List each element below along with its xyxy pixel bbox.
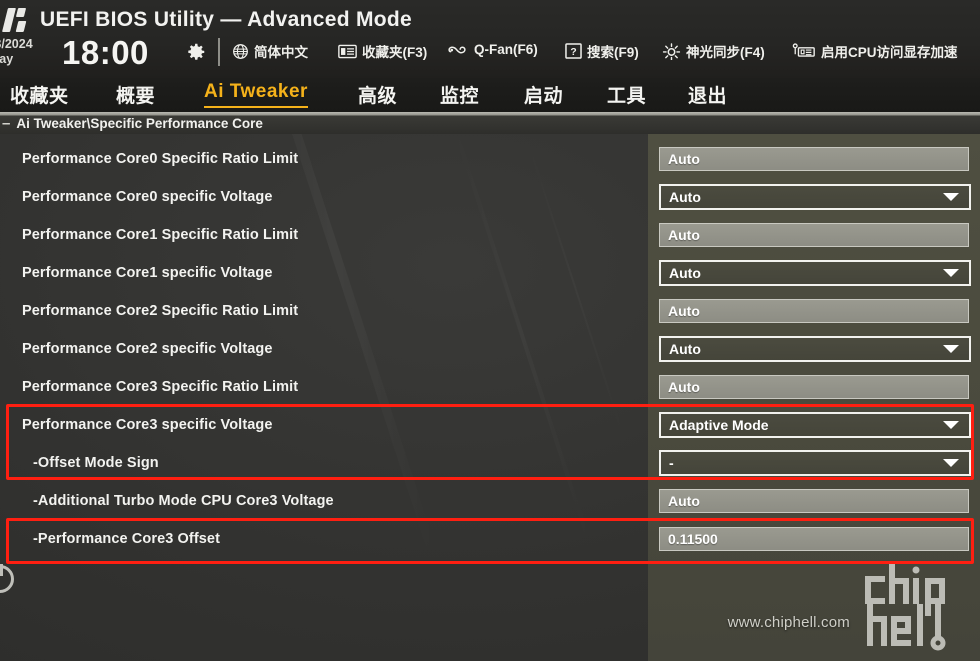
setting-label: Performance Core1 Specific Ratio Limit (22, 227, 299, 243)
language-label: 简体中文 (254, 45, 308, 60)
setting-value-input[interactable]: Auto (659, 223, 969, 247)
weekday-text: nday (0, 52, 14, 66)
globe-icon (232, 43, 249, 60)
setting-row[interactable]: Performance Core1 specific Voltage Auto (0, 254, 980, 292)
setting-row[interactable]: -Offset Mode Sign - (0, 444, 980, 482)
setting-value: Auto (668, 379, 700, 395)
header-bar: UEFI BIOS Utility — Advanced Mode /13/20… (0, 0, 980, 78)
setting-label: Performance Core0 Specific Ratio Limit (22, 151, 299, 167)
aura-sync-label: 神光同步(F4) (686, 45, 765, 60)
back-dash-icon[interactable]: – (2, 115, 10, 132)
tab-tool[interactable]: 工具 (607, 81, 646, 111)
utility-row: /13/2024 nday 18:00 (0, 34, 980, 78)
setting-value: Auto (668, 151, 700, 167)
setting-value-input[interactable]: Auto (659, 299, 969, 323)
chevron-down-icon (943, 421, 959, 429)
question-icon: ? (565, 43, 582, 59)
setting-label: Performance Core1 specific Voltage (22, 265, 273, 281)
breadcrumb-bar: – Ai Tweaker\Specific Performance Core (0, 112, 980, 134)
watermark: www.chiphell.com (728, 557, 968, 653)
setting-label: Performance Core3 specific Voltage (22, 417, 273, 433)
tab-summary[interactable]: 概要 (116, 81, 155, 111)
list-icon (338, 44, 357, 59)
setting-label: Performance Core2 Specific Ratio Limit (22, 303, 299, 319)
setting-row[interactable]: Performance Core1 Specific Ratio Limit A… (0, 216, 980, 254)
qfan-button[interactable]: Q-Fan(F6) (448, 41, 538, 57)
chevron-down-icon (943, 193, 959, 201)
page-title: UEFI BIOS Utility — Advanced Mode (40, 8, 412, 31)
setting-row[interactable]: -Additional Turbo Mode CPU Core3 Voltage… (0, 482, 980, 520)
setting-label: Performance Core0 specific Voltage (22, 189, 273, 205)
qfan-label: Q-Fan(F6) (474, 41, 538, 57)
setting-row[interactable]: Performance Core0 specific Voltage Auto (0, 178, 980, 216)
cpu-memory-access-label: 启用CPU访问显存加速 (821, 45, 958, 60)
setting-row[interactable]: Performance Core0 Specific Ratio Limit A… (0, 140, 980, 178)
setting-value: Auto (669, 341, 701, 357)
setting-value: Auto (668, 493, 700, 509)
language-button[interactable]: 简体中文 (232, 41, 308, 61)
setting-value-dropdown[interactable]: Auto (659, 336, 971, 362)
setting-label: -Performance Core3 Offset (33, 531, 221, 547)
search-label: 搜索(F9) (587, 45, 639, 60)
search-button[interactable]: ? 搜索(F9) (565, 41, 639, 61)
chiphell-logo-icon (860, 557, 968, 653)
gear-icon[interactable] (185, 41, 207, 63)
setting-value: Auto (668, 227, 700, 243)
tab-monitor[interactable]: 监控 (440, 81, 479, 111)
setting-value: Adaptive Mode (669, 417, 769, 433)
setting-value: - (669, 455, 674, 471)
setting-row[interactable]: Performance Core2 Specific Ratio Limit A… (0, 292, 980, 330)
tab-favorites[interactable]: 收藏夹 (10, 81, 69, 111)
setting-value: 0.11500 (668, 531, 718, 547)
setting-row[interactable]: Performance Core3 Specific Ratio Limit A… (0, 368, 980, 406)
setting-label: Performance Core2 specific Voltage (22, 341, 273, 357)
bios-screen: UEFI BIOS Utility — Advanced Mode /13/20… (0, 0, 980, 661)
favorites-button[interactable]: 收藏夹(F3) (338, 41, 427, 61)
setting-value: Auto (669, 189, 701, 205)
aura-sync-button[interactable]: 神光同步(F4) (662, 41, 765, 61)
setting-value-input[interactable]: 0.11500 (659, 527, 969, 551)
cpu-memory-access-button[interactable]: 启用CPU访问显存加速 (792, 41, 958, 61)
setting-row[interactable]: Performance Core2 specific Voltage Auto (0, 330, 980, 368)
date-text: /13/2024 (0, 37, 33, 51)
setting-value-input[interactable]: Auto (659, 375, 969, 399)
watermark-url: www.chiphell.com (727, 614, 850, 631)
setting-label: -Offset Mode Sign (33, 455, 159, 471)
tab-boot[interactable]: 启动 (524, 81, 563, 111)
setting-label: Performance Core3 Specific Ratio Limit (22, 379, 299, 395)
setting-row[interactable]: Performance Core3 specific Voltage Adapt… (0, 406, 980, 444)
tab-ai-tweaker[interactable]: Ai Tweaker (204, 81, 308, 108)
aura-light-icon (662, 42, 681, 60)
setting-value: Auto (669, 265, 701, 281)
setting-value-dropdown[interactable]: Auto (659, 184, 971, 210)
chevron-down-icon (943, 269, 959, 277)
svg-text:?: ? (570, 47, 576, 58)
header-divider (218, 38, 220, 66)
setting-value-dropdown[interactable]: Adaptive Mode (659, 412, 971, 438)
setting-row[interactable]: -Performance Core3 Offset 0.11500 (0, 520, 980, 558)
clock-display: 18:00 (62, 34, 149, 71)
tab-advanced[interactable]: 高级 (358, 81, 397, 111)
setting-label: -Additional Turbo Mode CPU Core3 Voltage (33, 493, 334, 509)
breadcrumb: – Ai Tweaker\Specific Performance Core (0, 115, 263, 132)
fan-icon (448, 41, 469, 57)
favorites-label: 收藏夹(F3) (362, 45, 428, 60)
chevron-down-icon (943, 459, 959, 467)
main-tab-bar: 收藏夹 概要 Ai Tweaker 高级 监控 启动 工具 退出 (0, 78, 980, 112)
datetime-display: /13/2024 nday (0, 37, 33, 67)
setting-value-input[interactable]: Auto (659, 147, 969, 171)
setting-value-dropdown[interactable]: Auto (659, 260, 971, 286)
asus-logo-icon (2, 6, 30, 34)
setting-value: Auto (668, 303, 700, 319)
tab-exit[interactable]: 退出 (688, 81, 727, 111)
setting-value-input[interactable]: Auto (659, 489, 969, 513)
chevron-down-icon (943, 345, 959, 353)
breadcrumb-path: Ai Tweaker\Specific Performance Core (16, 116, 263, 131)
cpu-memory-icon (792, 43, 816, 59)
setting-value-dropdown[interactable]: - (659, 450, 971, 476)
